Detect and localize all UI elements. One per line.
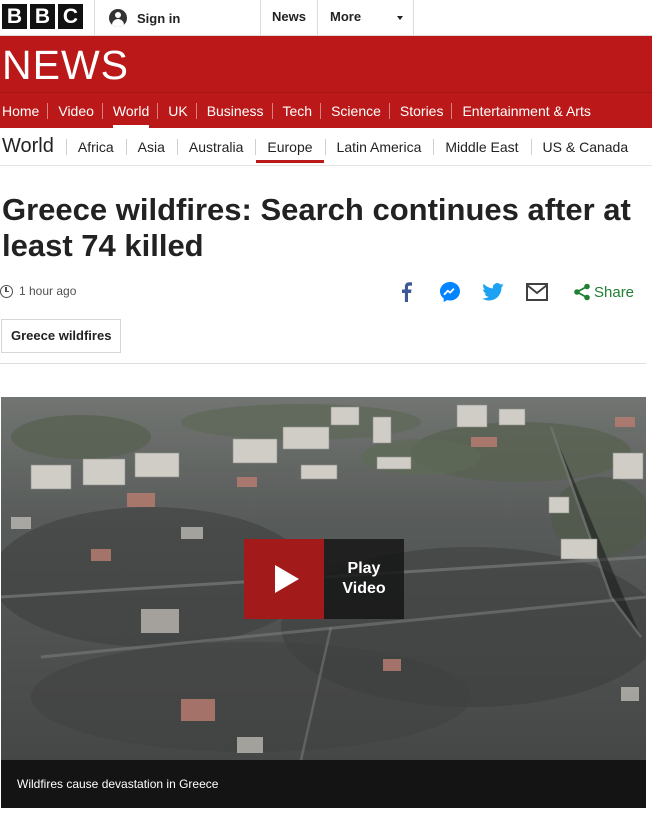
facebook-icon[interactable]	[394, 280, 418, 304]
subnav-item-latin-america[interactable]: Latin America	[324, 128, 434, 166]
sign-in-label: Sign in	[137, 10, 181, 26]
email-icon[interactable]	[525, 280, 549, 304]
nav-item-home[interactable]: Home	[0, 93, 47, 129]
nav-item-science[interactable]: Science	[320, 93, 389, 129]
play-button-face	[244, 539, 324, 619]
more-label: More	[330, 9, 362, 24]
bbc-logo-letter: B	[2, 4, 27, 29]
nav-item-business[interactable]: Business	[195, 93, 272, 129]
news-banner: NEWS	[0, 36, 652, 92]
section-title[interactable]: World	[0, 135, 66, 158]
play-label-line-2: Video	[342, 580, 386, 597]
sign-in-button[interactable]: Sign in	[94, 0, 260, 36]
share-icon[interactable]	[570, 280, 594, 304]
video-player[interactable]: Play Video Wildfires cause devastation in…	[1, 397, 646, 808]
play-video-label: Play Video	[324, 539, 404, 619]
nav-item-uk[interactable]: UK	[157, 93, 195, 129]
chevron-down-icon	[397, 16, 403, 20]
bbc-logo-letter: B	[30, 4, 55, 29]
video-caption: Wildfires cause devastation in Greece	[1, 760, 646, 808]
timestamp-text: 1 hour ago	[19, 284, 77, 298]
twitter-icon[interactable]	[481, 280, 505, 304]
article-timestamp: 1 hour ago	[0, 284, 76, 298]
subnav-item-asia[interactable]: Asia	[125, 128, 177, 166]
nav-item-tech[interactable]: Tech	[271, 93, 321, 129]
share-button-label[interactable]: Share	[594, 284, 634, 301]
subnav-item-australia[interactable]: Australia	[176, 128, 255, 166]
user-icon	[109, 9, 127, 27]
bbc-logo[interactable]: B B C	[2, 4, 83, 29]
nav-item-video[interactable]: Video	[47, 93, 102, 129]
subnav-item-europe[interactable]: Europe	[255, 128, 324, 166]
subnav-item-africa[interactable]: Africa	[65, 128, 126, 166]
play-video-text: Play Video	[342, 559, 385, 599]
main-nav: Home Video World UK Business Tech Scienc…	[0, 92, 652, 129]
top-bar: B B C Sign in News More	[0, 0, 652, 36]
nav-item-world[interactable]: World	[101, 93, 157, 129]
article-headline: Greece wildfires: Search continues after…	[2, 192, 631, 263]
subnav-item-us-canada[interactable]: US & Canada	[530, 128, 641, 166]
subnav-item-middle-east[interactable]: Middle East	[433, 128, 530, 166]
more-menu-button[interactable]: More	[318, 0, 414, 36]
topic-tag[interactable]: Greece wildfires	[1, 319, 122, 353]
nav-item-entertainment-arts[interactable]: Entertainment & Arts	[451, 93, 598, 129]
nav-item-stories[interactable]: Stories	[388, 93, 452, 129]
play-label-line-1: Play	[347, 560, 381, 577]
bbc-logo-letter: C	[58, 4, 83, 29]
section-nav: World Africa Asia Australia Europe Latin…	[0, 128, 652, 166]
news-link[interactable]: News	[260, 0, 318, 36]
play-video-button[interactable]: Play Video	[244, 539, 404, 619]
divider	[0, 363, 646, 364]
news-logo[interactable]: NEWS	[2, 42, 129, 89]
play-icon	[275, 565, 299, 593]
messenger-icon[interactable]	[438, 280, 462, 304]
clock-icon	[0, 284, 13, 298]
